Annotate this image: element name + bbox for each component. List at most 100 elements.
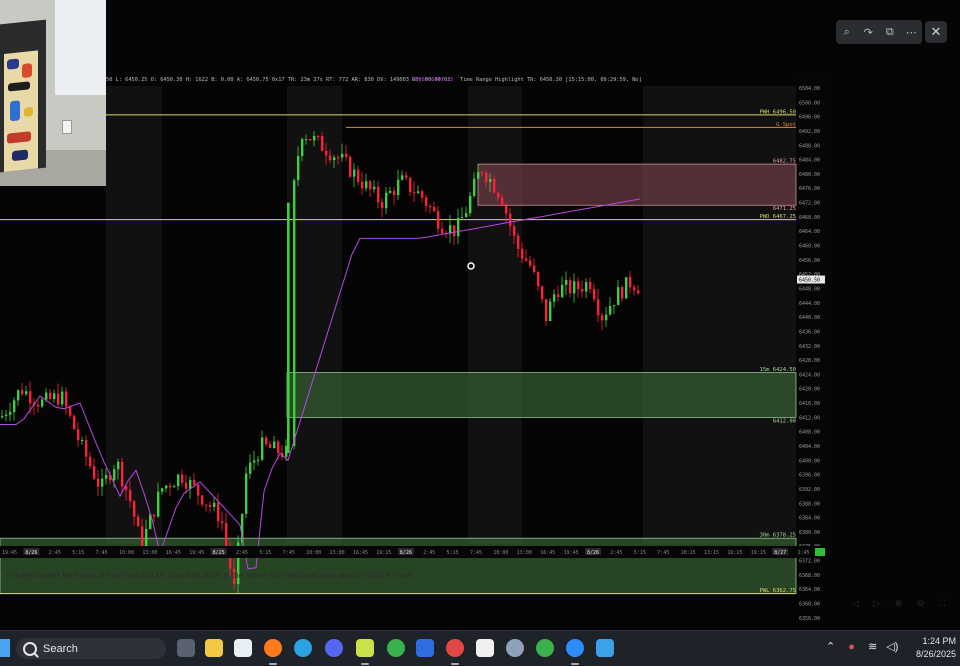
price-tick: 6424.00 <box>799 372 820 378</box>
candle-body <box>589 282 592 290</box>
candle-body <box>173 486 176 488</box>
candle-body <box>153 514 156 517</box>
firefox-icon[interactable] <box>264 639 282 657</box>
store-icon[interactable] <box>416 639 434 657</box>
calendar-icon[interactable] <box>234 639 252 657</box>
volume-icon[interactable]: ◁) <box>886 641 898 653</box>
candle-body <box>329 155 332 161</box>
price-tick: 6368.00 <box>799 573 820 579</box>
candle-body <box>441 228 444 234</box>
price-tick: 6500.00 <box>799 100 820 106</box>
candle-body <box>465 213 468 218</box>
shield-green-icon[interactable] <box>536 639 554 657</box>
candle-body <box>505 205 508 214</box>
time-axis: 19:45 8/26 2:45 5:15 7:45 10:00 13:00 16:45 19:4… <box>0 546 827 558</box>
time-tick: 13:15 <box>704 550 719 556</box>
chevron-up-icon[interactable]: ⌃ <box>826 641 835 653</box>
task-view-icon[interactable] <box>177 639 195 657</box>
time-tick: 8/26 <box>25 550 37 556</box>
candle-body <box>565 280 568 285</box>
trading-app-icon[interactable] <box>356 639 374 657</box>
candle-body <box>417 191 420 194</box>
candle-body <box>549 301 552 321</box>
price-tick: 6464.00 <box>799 229 820 235</box>
time-tick: 2:45 <box>798 550 810 556</box>
candle-body <box>397 179 400 196</box>
candle-body <box>541 286 544 300</box>
close-button[interactable]: ✕ <box>925 21 947 43</box>
price-tick: 6480.00 <box>799 172 820 178</box>
settings-icon[interactable] <box>506 639 524 657</box>
candle-body <box>429 205 432 208</box>
candle-body <box>201 495 204 505</box>
taskbar-search[interactable]: Search <box>16 638 166 659</box>
price-chart[interactable]: PWH 6496.50 G Spot 6482.75 6471.25 PWO 6467.… <box>0 0 960 630</box>
capcut-icon[interactable] <box>476 639 494 657</box>
demand-zone-15m <box>286 372 797 418</box>
external-link-icon[interactable]: ⧉ <box>882 26 898 39</box>
chrome-icon[interactable] <box>446 639 464 657</box>
wifi-icon[interactable]: ≋ <box>868 641 877 653</box>
candle-body <box>65 391 68 407</box>
candle-body <box>389 190 392 193</box>
price-tick: 6460.00 <box>799 244 820 250</box>
level-label-zone-top: 6482.75 <box>773 159 796 165</box>
candle-body <box>57 393 60 405</box>
candle-body <box>37 404 40 407</box>
telegram-icon[interactable] <box>294 639 312 657</box>
level-label-gap: G Spot <box>776 122 796 128</box>
time-tick: 2:45 <box>49 550 61 556</box>
price-tick: 6432.00 <box>799 344 820 350</box>
price-tick: 6396.00 <box>799 473 820 479</box>
candle-body <box>45 392 48 400</box>
price-tick: 6372.00 <box>799 559 820 565</box>
file-explorer-icon[interactable] <box>205 639 223 657</box>
webcam-painting <box>4 50 38 172</box>
candle-body <box>345 153 348 157</box>
candle-body <box>225 523 228 546</box>
candle-body <box>617 287 620 306</box>
price-tick: 6484.00 <box>799 158 820 164</box>
candle-body <box>413 192 416 194</box>
candle-body <box>317 135 320 137</box>
microphone-icon[interactable]: ● <box>848 641 855 653</box>
time-tick: 5:15 <box>72 550 84 556</box>
candle-body <box>637 290 640 294</box>
candle-body <box>357 169 360 182</box>
time-tick: 10:15 <box>681 550 696 556</box>
candle-body <box>21 390 24 395</box>
candle-body <box>557 294 560 298</box>
taskbar-clock[interactable]: 1:24 PM 8/26/2025 <box>900 635 956 661</box>
clock-date: 8/26/2025 <box>915 649 956 659</box>
candle-body <box>453 225 456 237</box>
zoom-icon[interactable]: ⌕ <box>839 26 855 39</box>
candle-body <box>581 289 584 292</box>
more-icon[interactable]: ⋯ <box>903 26 919 39</box>
webcam-window <box>55 0 106 95</box>
candle-body <box>633 287 636 291</box>
price-tick: 6492.00 <box>799 129 820 135</box>
time-tick: 7:45 <box>283 550 295 556</box>
candle-body <box>605 314 608 321</box>
candle-body <box>73 415 76 430</box>
candle-body <box>533 265 536 273</box>
level-label-PWO: PWO 6467.25 <box>760 214 796 220</box>
price-tick: 6360.00 <box>799 602 820 608</box>
candle-body <box>433 207 436 212</box>
candle-body <box>97 478 100 487</box>
start-button[interactable] <box>0 639 10 657</box>
candle-body <box>81 440 84 442</box>
candle-body <box>193 480 196 485</box>
photos-icon[interactable] <box>596 639 614 657</box>
candle-body <box>373 186 376 190</box>
candle-body <box>197 484 200 496</box>
time-tick: 8/26 <box>587 550 599 556</box>
candle-body <box>161 488 164 492</box>
taskbar: Search ⌃ ● ≋ ◁) 1:24 PM 8/26/2025 <box>0 630 960 666</box>
candle-body <box>261 437 264 460</box>
candle-body <box>217 502 220 522</box>
share-icon[interactable]: ↷ <box>860 26 876 39</box>
shield-app-icon[interactable] <box>387 639 405 657</box>
discord-icon[interactable] <box>325 639 343 657</box>
zoom-icon[interactable] <box>566 639 584 657</box>
